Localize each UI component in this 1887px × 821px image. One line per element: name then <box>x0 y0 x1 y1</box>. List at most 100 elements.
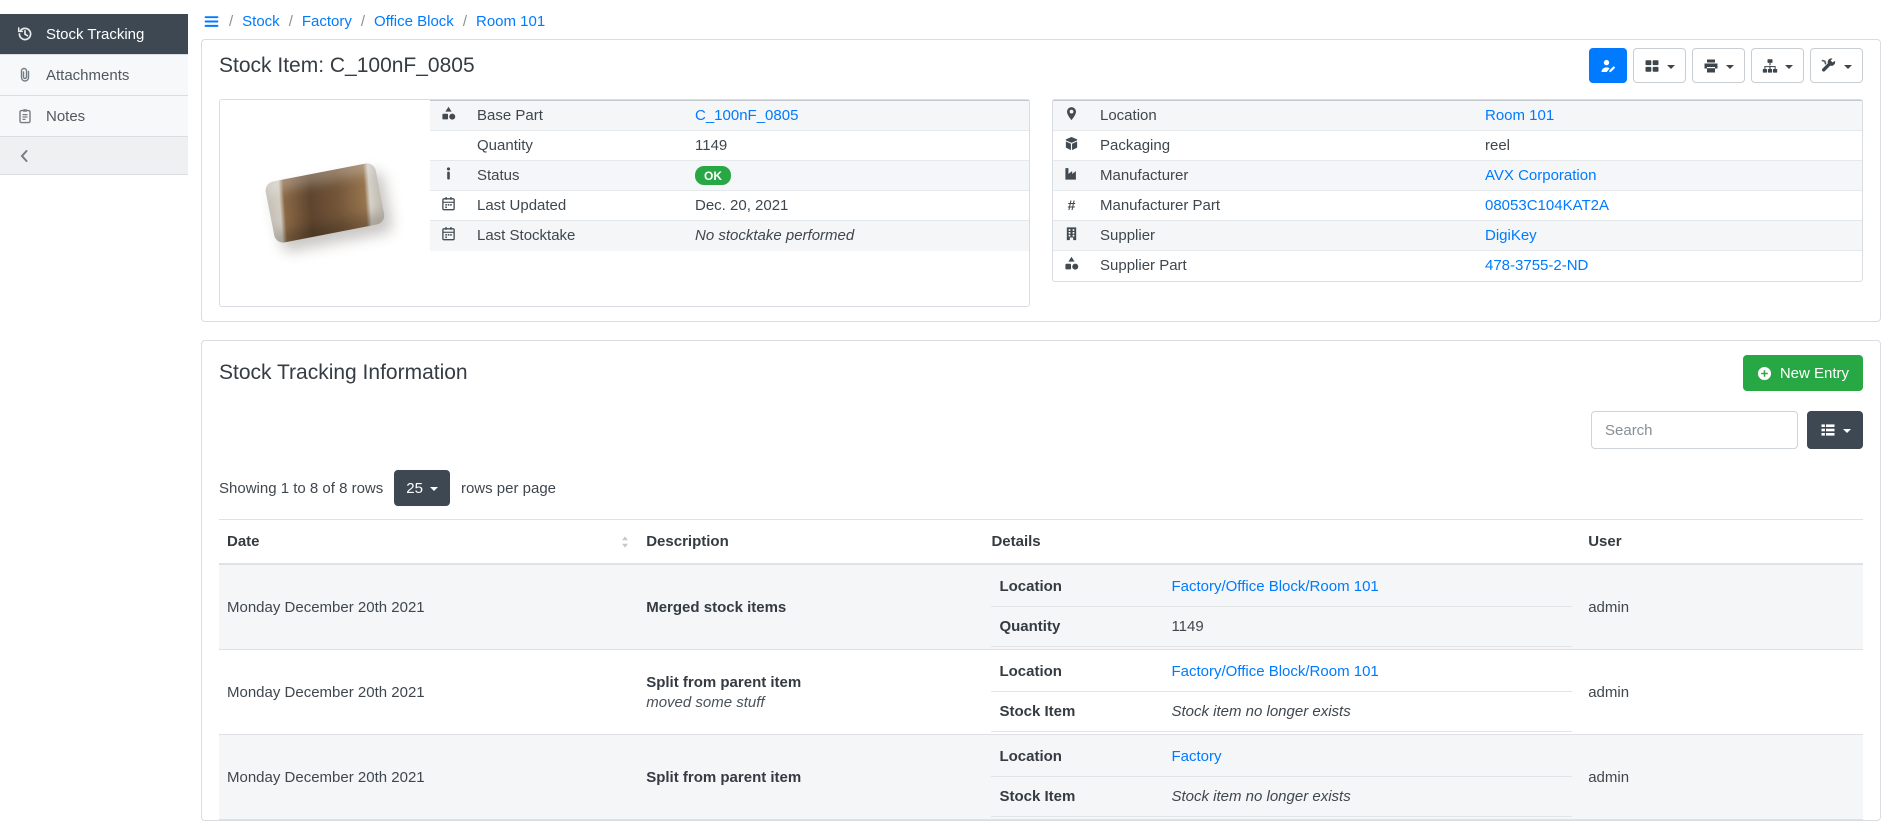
cell-user: admin <box>1580 735 1863 820</box>
detail-sublabel: Location <box>991 567 1163 607</box>
caret-down-icon <box>1667 65 1675 69</box>
printer-icon <box>1703 58 1719 74</box>
note-icon <box>17 108 33 124</box>
menu-icon[interactable] <box>203 13 220 30</box>
column-header-date[interactable]: Date <box>219 520 638 565</box>
cell-details: Location Factory/Office Block/Room 101 Q… <box>983 564 1580 650</box>
caret-down-icon <box>1844 65 1852 69</box>
tracking-table: Date Description Details User Monday Dec… <box>219 519 1863 820</box>
display-options-button[interactable] <box>1633 48 1686 83</box>
breadcrumb-room-101[interactable]: Room 101 <box>476 13 545 30</box>
detail-sublabel: Quantity <box>991 607 1163 647</box>
base-part-link[interactable]: C_100nF_0805 <box>695 107 798 124</box>
history-icon <box>17 26 33 42</box>
column-select-button[interactable] <box>1807 411 1863 449</box>
supplier-detail-table: Location Room 101 Packaging reel <box>1053 100 1862 281</box>
stock-actions-button[interactable] <box>1751 48 1804 83</box>
detail-row: Base Part C_100nF_0805 <box>430 101 1029 131</box>
print-actions-button[interactable] <box>1692 48 1745 83</box>
detail-row: Quantity 1149 <box>430 131 1029 161</box>
new-entry-button[interactable]: New Entry <box>1743 355 1863 391</box>
table-controls <box>202 397 1880 449</box>
detail-row: Supplier DigiKey <box>1053 221 1862 251</box>
supplier-link[interactable]: DigiKey <box>1485 227 1537 244</box>
supplier-details-box: Location Room 101 Packaging reel <box>1052 99 1863 282</box>
sort-icon[interactable] <box>618 535 632 549</box>
calendar-icon <box>441 226 456 241</box>
industry-icon <box>1064 166 1079 181</box>
stock-item-panel-heading: Stock Item: C_100nF_0805 <box>202 40 1880 89</box>
detail-subvalue: Stock item no longer exists <box>1171 703 1350 720</box>
user-actions-button[interactable] <box>1589 48 1627 83</box>
cell-description: Split from parent item moved some stuff <box>638 650 983 735</box>
detail-label: Base Part <box>467 101 685 131</box>
description-title: Split from parent item <box>646 674 975 691</box>
stock-tracking-panel: Stock Tracking Information New Entry <box>201 340 1881 821</box>
edit-actions-button[interactable] <box>1810 48 1863 83</box>
shapes-icon <box>1064 256 1079 271</box>
manufacturer-link[interactable]: AVX Corporation <box>1485 167 1596 184</box>
detail-row: # Manufacturer Part 08053C104KAT2A <box>1053 191 1862 221</box>
caret-down-icon <box>1843 429 1851 433</box>
page-title: Stock Item: C_100nF_0805 <box>219 54 475 78</box>
sidebar-item-stock-tracking[interactable]: Stock Tracking <box>0 14 188 55</box>
description-title: Split from parent item <box>646 769 975 786</box>
detail-subvalue: 1149 <box>1163 607 1572 647</box>
tracking-row: Monday December 20th 2021 Split from par… <box>219 650 1863 735</box>
breadcrumb-separator: / <box>361 13 365 30</box>
description-note: moved some stuff <box>646 694 975 711</box>
rows-per-page-label: rows per page <box>461 480 556 497</box>
detail-label: Status <box>467 161 685 191</box>
detail-label: Last Updated <box>467 191 685 221</box>
calendar-icon <box>441 196 456 211</box>
page-size-value: 25 <box>406 480 423 497</box>
description-title: Merged stock items <box>646 599 975 616</box>
caret-down-icon <box>1785 65 1793 69</box>
sidebar: Stock Tracking Attachments Notes <box>0 14 188 175</box>
main-content: / Stock / Factory / Office Block / Room … <box>201 0 1881 821</box>
map-marker-icon <box>1064 106 1079 121</box>
packaging-value: reel <box>1475 131 1862 161</box>
caret-down-icon <box>430 487 438 491</box>
location-link[interactable]: Factory/Office Block/Room 101 <box>1171 663 1378 680</box>
detail-row: Last Stocktake No stocktake performed <box>430 221 1029 251</box>
breadcrumb-stock[interactable]: Stock <box>242 13 280 30</box>
detail-subrow: Stock Item Stock item no longer exists <box>991 692 1572 732</box>
detail-row: Manufacturer AVX Corporation <box>1053 161 1862 191</box>
manufacturer-part-link[interactable]: 08053C104KAT2A <box>1485 197 1609 214</box>
wrench-icon <box>1821 58 1837 74</box>
breadcrumb-separator: / <box>463 13 467 30</box>
breadcrumb: / Stock / Factory / Office Block / Room … <box>201 0 1881 39</box>
detail-sublabel: Location <box>991 737 1163 777</box>
sidebar-item-label: Stock Tracking <box>46 26 144 43</box>
part-thumbnail[interactable] <box>220 100 430 306</box>
location-link[interactable]: Room 101 <box>1485 107 1554 124</box>
page-size-button[interactable]: 25 <box>394 470 450 506</box>
sidebar-item-label: Attachments <box>46 67 129 84</box>
pagination-bar: Showing 1 to 8 of 8 rows 25 rows per pag… <box>202 449 1880 515</box>
grid-icon <box>1644 58 1660 74</box>
sidebar-item-notes[interactable]: Notes <box>0 96 188 137</box>
breadcrumb-office-block[interactable]: Office Block <box>374 13 454 30</box>
location-link[interactable]: Factory <box>1171 748 1221 765</box>
detail-label: Manufacturer <box>1090 161 1475 191</box>
sidebar-item-attachments[interactable]: Attachments <box>0 55 188 96</box>
location-link[interactable]: Factory/Office Block/Room 101 <box>1171 578 1378 595</box>
tracking-row: Monday December 20th 2021 Split from par… <box>219 735 1863 820</box>
info-icon <box>441 166 456 181</box>
breadcrumb-factory[interactable]: Factory <box>302 13 352 30</box>
breadcrumb-separator: / <box>229 13 233 30</box>
detail-subrow: Stock Item Stock item no longer exists <box>991 777 1572 817</box>
cell-details: Location Factory Stock Item Stock item n… <box>983 735 1580 820</box>
supplier-part-link[interactable]: 478-3755-2-ND <box>1485 257 1588 274</box>
search-input[interactable] <box>1591 411 1798 449</box>
details-subtable: Location Factory/Office Block/Room 101 Q… <box>991 567 1572 647</box>
detail-subrow: Location Factory/Office Block/Room 101 <box>991 652 1572 692</box>
detail-sublabel: Stock Item <box>991 692 1163 732</box>
sidebar-collapse-button[interactable] <box>0 137 188 175</box>
detail-subrow: Location Factory <box>991 737 1572 777</box>
detail-sublabel: Location <box>991 652 1163 692</box>
stock-item-details: Base Part C_100nF_0805 Quantity 1149 <box>202 89 1880 321</box>
column-header-details: Details <box>983 520 1580 565</box>
column-header-user: User <box>1580 520 1863 565</box>
